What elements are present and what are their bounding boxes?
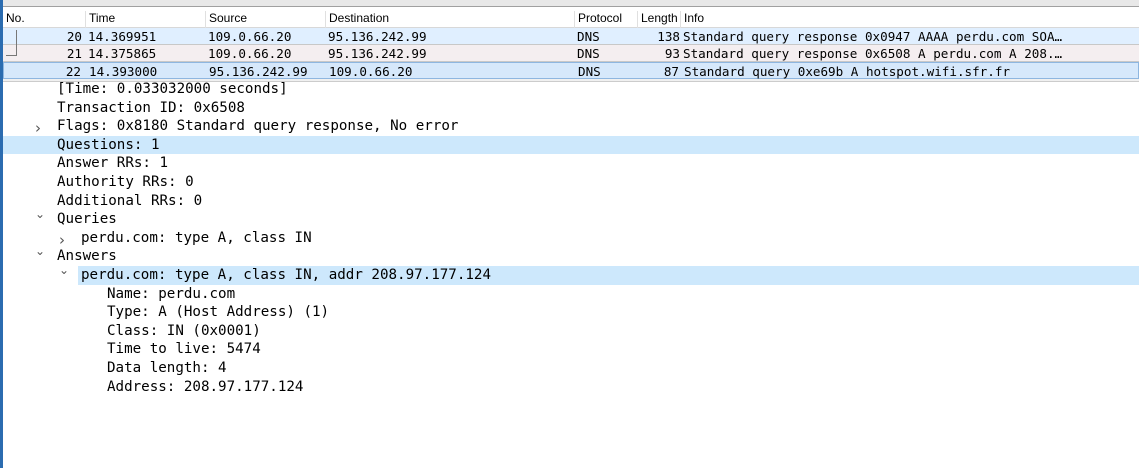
column-header-time[interactable]: Time [85, 11, 115, 28]
tree-item-label: Type: A (Host Address) (1) [107, 304, 330, 321]
column-header-no[interactable]: No. [3, 11, 25, 28]
tree-item-label: Data length: 4 [107, 360, 227, 376]
tree-item-label: Authority RRs: 0 [57, 174, 194, 190]
column-header-source[interactable]: Source [205, 11, 247, 28]
cell-time: 14.369951 [88, 29, 157, 44]
chevron-right-icon[interactable]: › [35, 119, 41, 137]
tree-item[interactable]: Name: perdu.com [107, 285, 235, 304]
cell-no: 20 [66, 29, 82, 44]
tree-item[interactable]: perdu.com: type A, class IN [81, 229, 312, 248]
cell-time: 14.393000 [89, 64, 158, 79]
related-packet-arrow [6, 55, 17, 56]
tree-item[interactable]: Type: A (Host Address) (1) [107, 303, 329, 322]
tree-item[interactable]: perdu.com: type A, class IN, addr 208.97… [78, 266, 1139, 285]
tree-item-label: Class: IN (0x0001) [107, 322, 261, 339]
cell-destination: 95.136.242.99 [328, 46, 427, 61]
cell-length: 138 [657, 29, 680, 44]
cell-protocol: DNS [578, 64, 601, 79]
packet-list-header: No. Time Source Destination Protocol Len… [3, 8, 1139, 28]
chevron-down-icon[interactable]: ⌄ [35, 207, 45, 221]
tree-item-label: Flags: 0x8180 Standard query response, N… [57, 118, 459, 135]
tree-item[interactable]: Address: 208.97.177.124 [107, 378, 303, 397]
cell-protocol: DNS [577, 29, 600, 44]
tree-item-label: Time to live: 5474 [107, 341, 261, 358]
cell-protocol: DNS [577, 46, 600, 61]
cell-info: Standard query response 0x6508 A perdu.c… [683, 46, 1063, 61]
related-packet-line [16, 30, 17, 56]
packet-row[interactable]: 21 14.375865 109.0.66.20 95.136.242.99 DNS 93… [3, 45, 1139, 62]
packet-row[interactable]: 20 14.369951 109.0.66.20 95.136.242.99 DNS 13… [3, 28, 1139, 45]
chevron-right-icon[interactable]: › [59, 231, 65, 249]
cell-no: 21 [66, 46, 82, 61]
tree-item-label: Transaction ID: 0x6508 [57, 99, 245, 116]
tree-item[interactable]: Authority RRs: 0 [57, 173, 194, 192]
tree-item-label: Answers [57, 248, 117, 265]
tree-item-label: Address: 208.97.177.124 [107, 378, 304, 395]
toolbar-edge [0, 0, 1139, 7]
tree-item[interactable]: Data length: 4 [107, 359, 227, 378]
tree-item[interactable]: Questions: 1 [3, 135, 1139, 155]
cell-destination: 95.136.242.99 [328, 29, 427, 44]
tree-item[interactable]: Answer RRs: 1 [57, 154, 168, 173]
tree-item[interactable]: [Time: 0.033032000 seconds] [57, 80, 288, 99]
cell-no: 22 [65, 64, 81, 79]
cell-destination: 109.0.66.20 [329, 64, 413, 79]
tree-item-label: Queries [57, 211, 117, 228]
cell-length: 93 [664, 46, 680, 61]
cell-source: 109.0.66.20 [208, 46, 292, 61]
cell-source: 95.136.242.99 [209, 64, 308, 79]
cell-source: 109.0.66.20 [208, 29, 292, 44]
tree-item-label: perdu.com: type A, class IN, addr 208.97… [81, 267, 491, 283]
tree-item-label: [Time: 0.033032000 seconds] [57, 81, 288, 97]
tree-item[interactable]: Flags: 0x8180 Standard query response, N… [57, 117, 458, 136]
chevron-down-icon[interactable]: ⌄ [59, 263, 69, 277]
tree-item-label: Additional RRs: 0 [57, 192, 203, 209]
column-header-destination[interactable]: Destination [325, 11, 389, 28]
tree-item[interactable]: Additional RRs: 0 [57, 192, 202, 211]
column-header-info[interactable]: Info [680, 11, 704, 28]
tree-item-label: Name: perdu.com [107, 285, 236, 302]
chevron-down-icon[interactable]: ⌄ [35, 244, 45, 258]
cell-info: Standard query response 0x0947 AAAA perd… [683, 29, 1063, 44]
cell-time: 14.375865 [88, 46, 157, 61]
tree-item[interactable]: Time to live: 5474 [107, 340, 261, 359]
tree-item-label: Answer RRs: 1 [57, 155, 169, 172]
cell-info: Standard query 0xe69b A hotspot.wifi.sfr… [684, 64, 1011, 79]
tree-item[interactable]: Class: IN (0x0001) [107, 322, 261, 341]
tree-item[interactable]: Queries [57, 210, 117, 229]
packet-row[interactable]: 22 14.393000 95.136.242.99 109.0.66.20 DNS 87… [3, 62, 1139, 79]
column-header-length[interactable]: Length [637, 11, 678, 28]
column-header-protocol[interactable]: Protocol [574, 11, 622, 28]
tree-item[interactable]: Transaction ID: 0x6508 [57, 99, 245, 118]
tree-item-label: Questions: 1 [57, 136, 160, 153]
cell-length: 87 [663, 64, 679, 79]
tree-item-label: perdu.com: type A, class IN [81, 229, 312, 246]
